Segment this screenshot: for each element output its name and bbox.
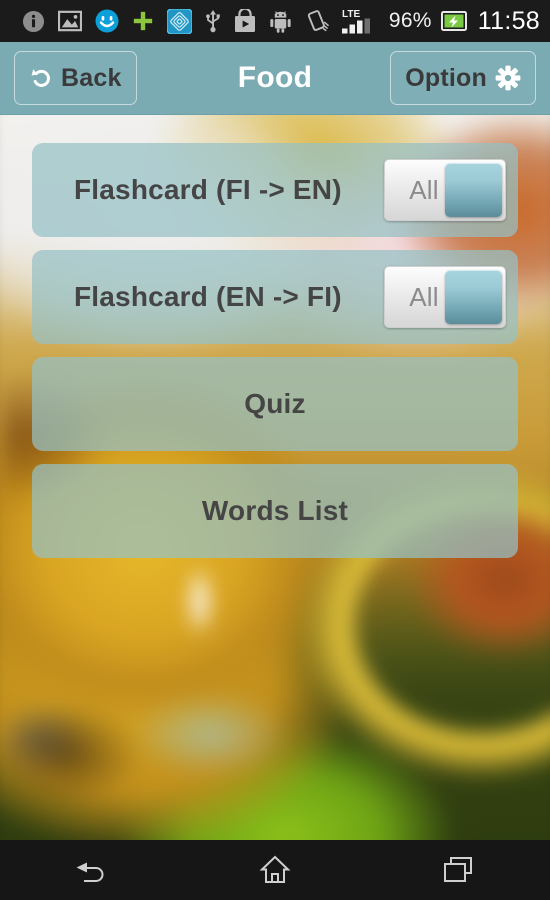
- words-list-label: Words List: [201, 495, 349, 526]
- home-nav-icon: [259, 854, 291, 886]
- status-bar-system-icons: LTE 96% 11:58: [340, 7, 540, 36]
- app-tile-icon: [167, 8, 192, 34]
- flashcard-fi-en-label: Flashcard (FI -> EN): [74, 174, 342, 205]
- battery-percent-label: 96%: [388, 9, 432, 32]
- flashcard-fi-en-toggle[interactable]: All: [384, 159, 506, 221]
- plus-icon: [132, 10, 154, 32]
- back-nav-button[interactable]: [37, 840, 147, 900]
- flashcard-fi-en-button[interactable]: Flashcard (FI -> EN) All: [32, 143, 518, 237]
- navigation-bar: [0, 840, 550, 900]
- undo-arrow-icon: [29, 66, 53, 90]
- switch-thumb: [445, 163, 502, 217]
- back-button[interactable]: Back: [14, 51, 137, 105]
- status-bar: LTE 96% 11:58: [0, 0, 550, 42]
- flashcard-en-fi-toggle[interactable]: All: [384, 266, 506, 328]
- clock-label: 11:58: [477, 6, 540, 35]
- switch-thumb: [445, 270, 502, 324]
- back-button-label: Back: [61, 63, 122, 92]
- flashcard-fi-en-toggle-label: All: [409, 174, 439, 205]
- auto-rotate-off-icon: [305, 9, 330, 33]
- back-nav-icon: [74, 855, 110, 885]
- phone-screen: LTE 96% 11:58 Back Food Option Flashcard…: [0, 0, 550, 900]
- home-nav-button[interactable]: [220, 840, 330, 900]
- battery-charging-icon: [440, 10, 467, 32]
- recents-nav-button[interactable]: [403, 840, 513, 900]
- gear-icon: [495, 65, 521, 91]
- quiz-button[interactable]: Quiz: [32, 357, 518, 451]
- flashcard-en-fi-button[interactable]: Flashcard (EN -> FI) All: [32, 250, 518, 344]
- info-icon: [22, 10, 45, 33]
- option-button[interactable]: Option: [390, 51, 536, 105]
- recents-nav-icon: [442, 855, 474, 885]
- quiz-label: Quiz: [244, 388, 306, 419]
- flashcard-en-fi-label: Flashcard (EN -> FI): [74, 281, 342, 312]
- option-button-label: Option: [405, 63, 487, 92]
- smiley-face-icon: [95, 9, 119, 33]
- svg-text:LTE: LTE: [342, 9, 360, 20]
- main-content: Flashcard (FI -> EN) All Flashcard (EN -…: [0, 115, 550, 840]
- android-robot-icon: [269, 10, 292, 33]
- flashcard-en-fi-toggle-label: All: [409, 281, 439, 312]
- status-bar-notification-icons: [22, 8, 340, 34]
- action-bar: Back Food Option: [0, 42, 550, 115]
- menu-list: Flashcard (FI -> EN) All Flashcard (EN -…: [32, 143, 518, 558]
- screenshot-image-icon: [58, 10, 82, 32]
- lte-signal-icon: LTE: [340, 7, 380, 35]
- words-list-button[interactable]: Words List: [32, 464, 518, 558]
- play-store-bag-icon: [234, 9, 256, 33]
- usb-icon: [205, 9, 221, 33]
